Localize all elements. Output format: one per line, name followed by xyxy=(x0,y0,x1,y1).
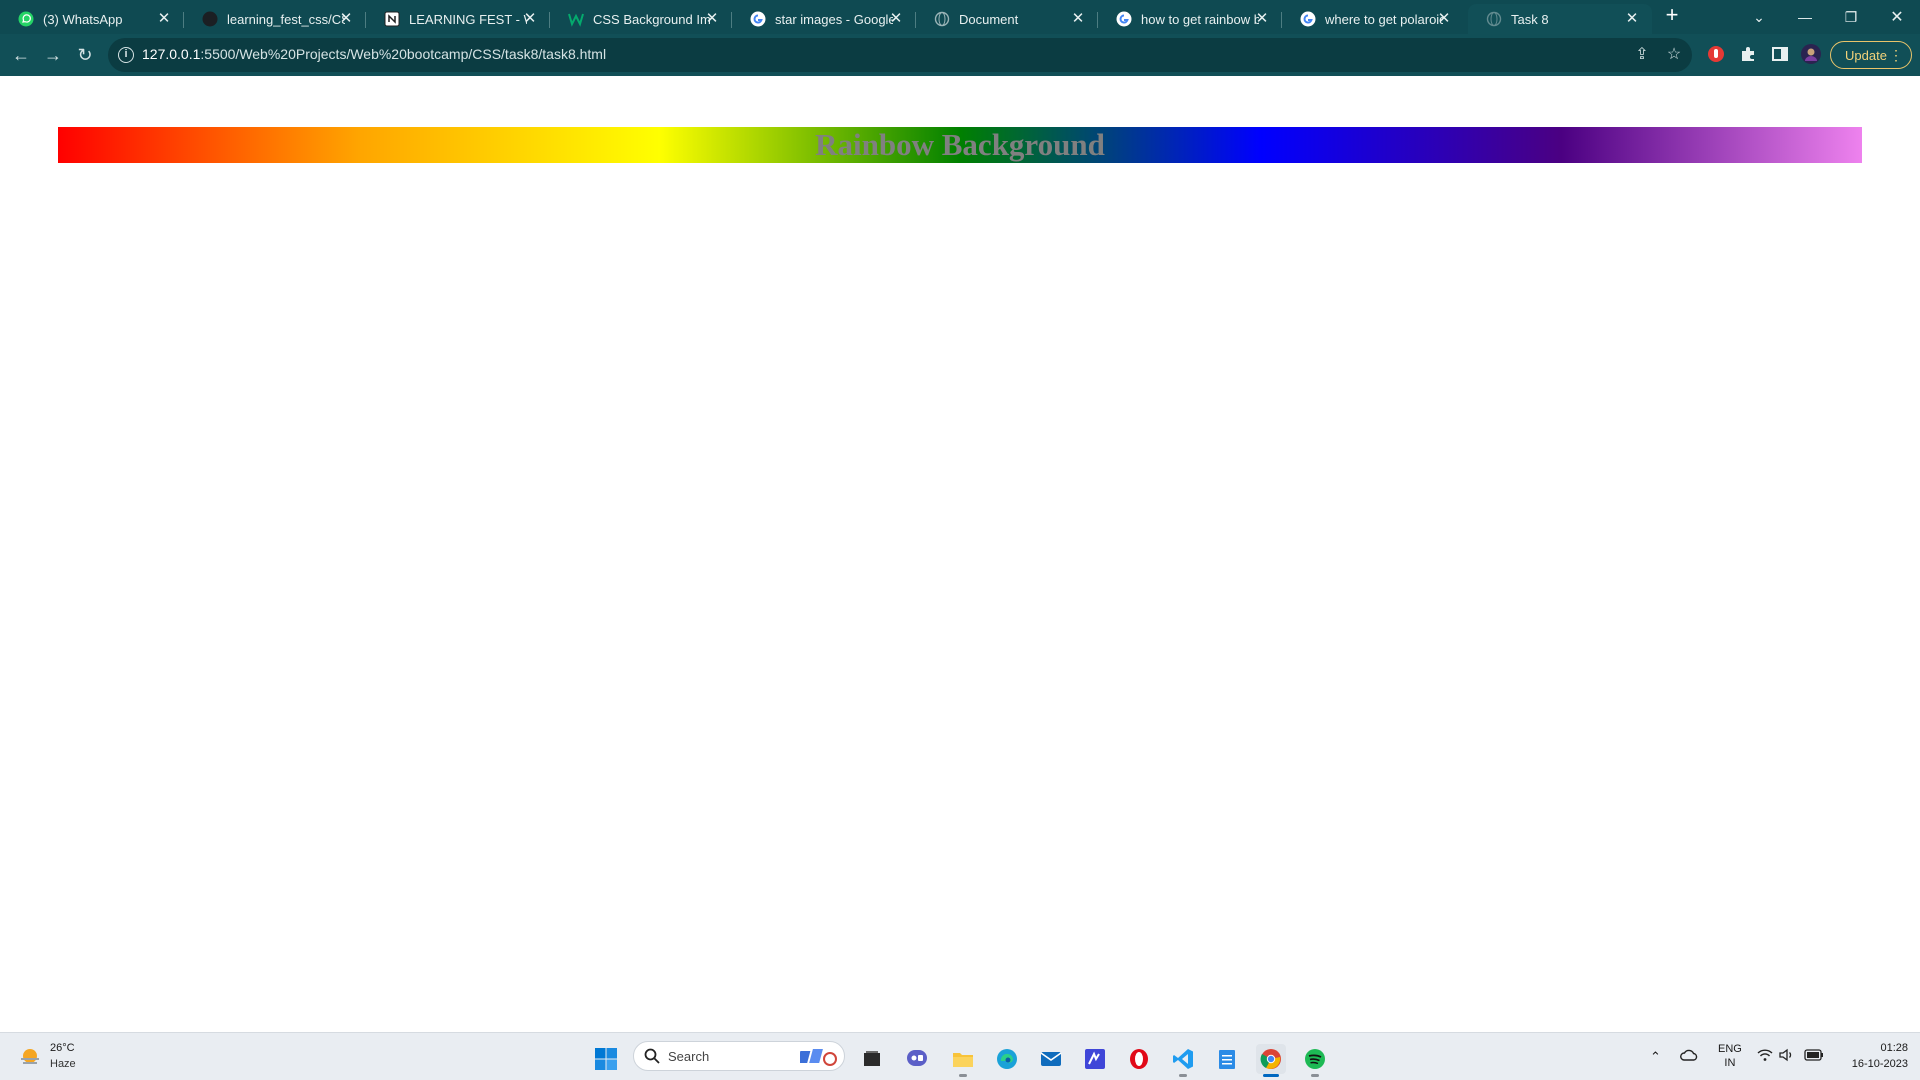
update-button[interactable]: Update ⋮ xyxy=(1830,41,1912,69)
vscode-icon[interactable] xyxy=(1168,1044,1198,1074)
url-text[interactable]: 127.0.0.1:5500/Web%20Projects/Web%20boot… xyxy=(142,46,606,62)
tab-strip: (3) WhatsApp ✕ learning_fest_css/CSS ✕ L… xyxy=(0,0,1920,34)
side-panel-icon[interactable] xyxy=(1770,44,1790,64)
edge-browser-icon[interactable] xyxy=(992,1044,1022,1074)
tray-chevron-up-icon[interactable]: ⌃ xyxy=(1650,1049,1661,1065)
wifi-icon[interactable] xyxy=(1756,1047,1774,1066)
close-icon[interactable]: ✕ xyxy=(1436,11,1452,27)
language-line2: IN xyxy=(1724,1057,1736,1069)
url-host: 127.0.0.1 xyxy=(142,46,201,62)
running-indicator xyxy=(1311,1074,1319,1077)
running-indicator xyxy=(1179,1074,1187,1077)
weather-haze-icon xyxy=(18,1045,42,1069)
close-icon[interactable]: ✕ xyxy=(1070,11,1086,27)
back-arrow-icon[interactable]: ← xyxy=(8,42,34,68)
tab-title: CSS Background Imag xyxy=(593,11,711,27)
globe-icon xyxy=(1486,11,1502,27)
close-icon[interactable]: ✕ xyxy=(888,11,904,27)
language-indicator[interactable]: ENG IN xyxy=(1718,1042,1742,1070)
extensions-puzzle-icon[interactable] xyxy=(1738,44,1758,64)
address-bar[interactable]: i 127.0.0.1:5500/Web%20Projects/Web%20bo… xyxy=(108,38,1692,72)
active-indicator xyxy=(1263,1074,1279,1077)
page-viewport: Rainbow Background xyxy=(0,76,1920,1032)
weather-condition: Haze xyxy=(50,1058,76,1070)
mail-icon[interactable] xyxy=(1036,1044,1066,1074)
weather-widget[interactable]: 26°C Haze xyxy=(16,1041,96,1075)
close-icon[interactable]: ✕ xyxy=(338,11,354,27)
google-icon xyxy=(1116,11,1132,27)
running-indicator xyxy=(959,1074,967,1077)
profile-avatar[interactable] xyxy=(1801,44,1821,64)
tab-title: how to get rainbow b xyxy=(1141,11,1259,27)
tab-title: Document xyxy=(959,11,1019,27)
rainbow-banner: Rainbow Background xyxy=(58,127,1862,163)
opera-icon[interactable] xyxy=(1124,1044,1154,1074)
tab-title: (3) WhatsApp xyxy=(43,11,123,27)
language-line1: ENG xyxy=(1718,1043,1742,1055)
notion-icon xyxy=(384,11,400,27)
tab-title: where to get polaroid xyxy=(1325,11,1443,27)
tab-title: Task 8 xyxy=(1511,11,1549,27)
screen: (3) WhatsApp ✕ learning_fest_css/CSS ✕ L… xyxy=(0,0,1920,1080)
github-icon xyxy=(202,11,218,27)
bookmark-star-icon[interactable]: ☆ xyxy=(1664,45,1684,65)
forward-arrow-icon[interactable]: → xyxy=(40,42,66,68)
weather-temp: 26°C xyxy=(50,1042,75,1054)
power-automate-icon[interactable] xyxy=(1080,1044,1110,1074)
tab-task8[interactable]: Task 8 ✕ xyxy=(1468,4,1652,34)
info-icon[interactable]: i xyxy=(118,47,134,63)
windows-start-icon[interactable] xyxy=(591,1044,621,1074)
minimize-icon[interactable]: — xyxy=(1782,0,1828,34)
system-clock[interactable]: 01:28 16-10-2023 xyxy=(1830,1040,1908,1072)
notepad-icon[interactable] xyxy=(1212,1044,1242,1074)
tab-title: star images - Google xyxy=(775,11,893,27)
tab-notion[interactable]: LEARNING FEST - WE ✕ xyxy=(366,4,550,34)
search-highlight-icon xyxy=(797,1045,840,1074)
clock-date: 16-10-2023 xyxy=(1851,1058,1908,1070)
more-menu-icon[interactable]: ⋮ xyxy=(1889,47,1903,63)
tab-google-rainbow[interactable]: how to get rainbow b ✕ xyxy=(1098,4,1282,34)
search-placeholder: Search xyxy=(668,1049,710,1064)
globe-icon xyxy=(934,11,950,27)
teams-chat-icon[interactable] xyxy=(902,1044,932,1074)
close-icon[interactable]: ✕ xyxy=(522,11,538,27)
close-icon[interactable]: ✕ xyxy=(1254,11,1270,27)
close-icon[interactable]: ✕ xyxy=(156,11,172,27)
reload-icon[interactable]: ↻ xyxy=(72,42,98,68)
search-icon xyxy=(644,1048,660,1064)
new-tab-button[interactable]: + xyxy=(1660,4,1684,28)
task-view-icon[interactable] xyxy=(857,1044,887,1074)
clock-time: 01:28 xyxy=(1880,1042,1908,1054)
page-heading: Rainbow Background xyxy=(815,127,1105,162)
whatsapp-icon xyxy=(18,11,34,27)
share-icon[interactable]: ⇪ xyxy=(1632,45,1652,65)
restore-icon[interactable]: ❐ xyxy=(1828,0,1874,34)
onedrive-cloud-icon[interactable] xyxy=(1680,1048,1698,1065)
taskbar-search[interactable]: Search xyxy=(633,1041,845,1071)
close-icon[interactable]: ✕ xyxy=(704,11,720,27)
close-icon[interactable]: ✕ xyxy=(1624,11,1640,27)
google-icon xyxy=(750,11,766,27)
battery-icon[interactable] xyxy=(1804,1048,1824,1065)
url-path: :5500/Web%20Projects/Web%20bootcamp/CSS/… xyxy=(200,46,607,62)
browser-toolbar: ← → ↻ i 127.0.0.1:5500/Web%20Projects/We… xyxy=(0,34,1920,76)
tab-github[interactable]: learning_fest_css/CSS ✕ xyxy=(184,4,366,34)
tab-title: LEARNING FEST - WE xyxy=(409,11,527,27)
volume-icon[interactable] xyxy=(1778,1047,1796,1066)
google-icon xyxy=(1300,11,1316,27)
tab-google-stars[interactable]: star images - Google ✕ xyxy=(732,4,916,34)
file-explorer-icon[interactable] xyxy=(948,1044,978,1074)
tab-w3schools[interactable]: CSS Background Imag ✕ xyxy=(550,4,732,34)
tab-google-polaroid[interactable]: where to get polaroid ✕ xyxy=(1282,4,1464,34)
tab-search-chevron-icon[interactable]: ⌄ xyxy=(1736,0,1782,34)
close-window-icon[interactable]: ✕ xyxy=(1874,0,1920,34)
w3schools-icon xyxy=(568,11,584,27)
chrome-icon[interactable] xyxy=(1256,1044,1286,1074)
spotify-icon[interactable] xyxy=(1300,1044,1330,1074)
tab-title: learning_fest_css/CSS xyxy=(227,11,345,27)
update-label: Update xyxy=(1845,47,1887,63)
extension-red-icon[interactable] xyxy=(1706,44,1726,64)
tab-whatsapp[interactable]: (3) WhatsApp ✕ xyxy=(0,4,184,34)
tab-document[interactable]: Document ✕ xyxy=(916,4,1098,34)
